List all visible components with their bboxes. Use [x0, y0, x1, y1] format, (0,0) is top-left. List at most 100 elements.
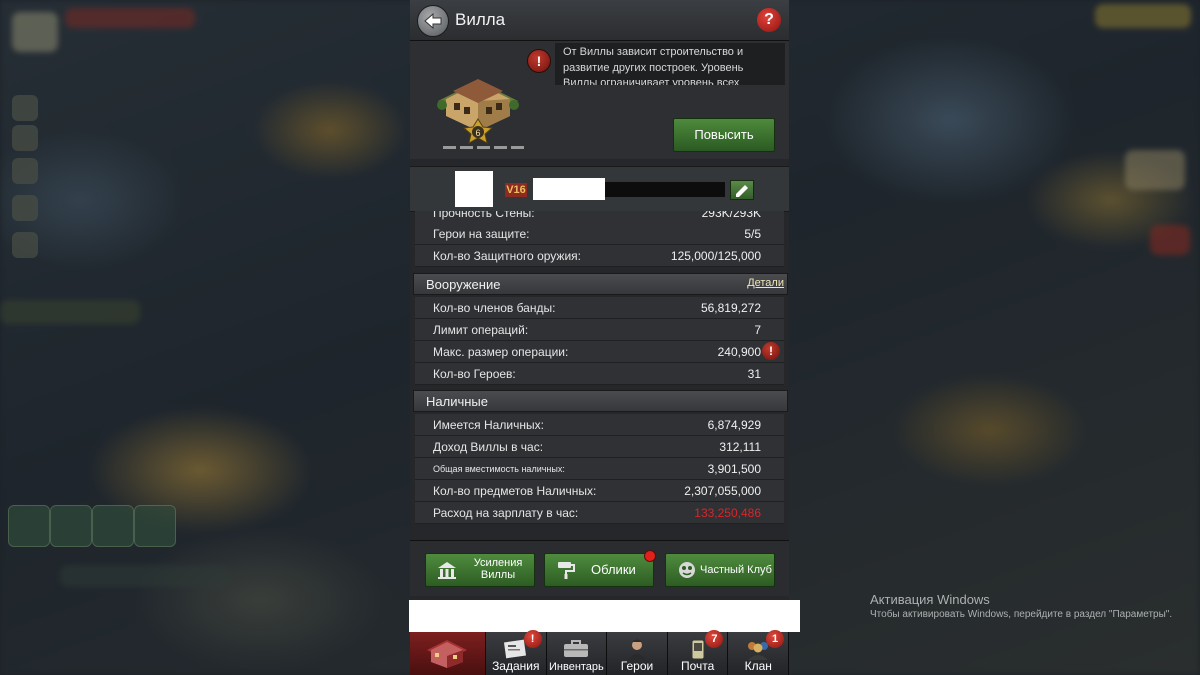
redacted-bar	[409, 600, 800, 632]
stat-row: Имеется Наличных: 6,874,929	[415, 414, 784, 436]
svg-text:6: 6	[475, 128, 480, 138]
quick-action-button-2[interactable]	[50, 505, 92, 547]
stat-value: 240,900	[717, 345, 761, 359]
club-label: Частный Клуб	[700, 564, 772, 576]
stat-row: Кол-во членов банды: 56,819,272	[415, 297, 784, 319]
chat-bar-blurred	[60, 565, 230, 587]
map-flag-blurred	[1150, 225, 1190, 255]
watermark-title: Активация Windows	[870, 592, 990, 607]
notification-dot	[644, 550, 656, 562]
stat-value: 31	[747, 367, 761, 381]
watermark-subtitle: Чтобы активировать Windows, перейдите в …	[870, 609, 1173, 620]
cash-section-header: Наличные	[413, 390, 788, 412]
villa-boosts-button[interactable]: Усиления Виллы	[425, 553, 535, 587]
stat-value: 5/5	[744, 227, 761, 241]
back-button[interactable]	[417, 5, 449, 37]
skins-label: Облики	[591, 562, 636, 577]
level-dot	[460, 146, 473, 149]
quick-action-button-1[interactable]	[8, 505, 50, 547]
nav-villa[interactable]	[410, 632, 486, 675]
level-dot	[477, 146, 490, 149]
side-menu-button-1[interactable]	[12, 95, 38, 121]
side-menu-button-3[interactable]	[12, 158, 38, 184]
stat-label: Кол-во Защитного оружия:	[433, 249, 581, 263]
top-right-panel-blurred	[1095, 4, 1191, 28]
stat-label: Макс. размер операции:	[433, 345, 569, 359]
nav-label: Почта	[680, 659, 715, 673]
stat-label: Доход Виллы в час:	[433, 440, 544, 454]
operation-size-info-icon[interactable]: !	[762, 342, 780, 360]
villa-info-icon[interactable]: !	[527, 49, 551, 73]
stat-label: Кол-во Героев:	[433, 367, 516, 381]
stat-row: Макс. размер операции: 240,900 !	[415, 341, 784, 363]
level-dot	[511, 146, 524, 149]
stat-row: Общая вместимость наличных: 3,901,500	[415, 458, 784, 480]
stat-row: Кол-во Защитного оружия: 125,000/125,000	[415, 245, 784, 267]
level-dot	[443, 146, 456, 149]
villa-panel: Вилла ? 6 ! От Виллы зависит строительст…	[410, 0, 789, 675]
stat-label: Общая вместимость наличных:	[433, 464, 565, 474]
stat-value-negative: 133,250,486	[694, 506, 761, 520]
stat-row: Расход на зарплату в час: 133,250,486	[415, 502, 784, 524]
stat-label: Имеется Наличных:	[433, 418, 544, 432]
villa-nav-icon	[427, 640, 468, 668]
stat-label: Герои на защите:	[433, 227, 530, 241]
villa-overview: 6 ! От Виллы зависит строительство и раз…	[410, 41, 789, 159]
back-arrow-icon	[424, 12, 442, 30]
side-menu-button-4[interactable]	[12, 195, 38, 221]
stat-row: Доход Виллы в час: 312,111	[415, 436, 784, 458]
bottom-navigation: ! Задания Инвентарь Герои 7 Почта 1 Клан	[410, 630, 790, 675]
nav-inventory[interactable]: Инвентарь	[546, 632, 608, 675]
page-title: Вилла	[455, 10, 506, 29]
map-marker-blurred	[1125, 150, 1185, 190]
stat-row: Лимит операций: 7	[415, 319, 784, 341]
nav-label: Инвентарь	[549, 661, 604, 673]
villa-building-image: 6	[437, 79, 519, 144]
edit-icon	[736, 185, 748, 197]
stat-value: 125,000/125,000	[670, 249, 761, 263]
building-icon	[438, 562, 456, 579]
villa-stats-list[interactable]: Прочность Стены: 293K/293K Герои на защи…	[410, 211, 789, 530]
club-mask-icon	[679, 562, 695, 578]
edit-name-button[interactable]	[730, 180, 754, 200]
nav-tasks[interactable]: ! Задания	[485, 630, 547, 675]
clan-badge: 1	[766, 630, 785, 648]
quick-action-button-3[interactable]	[92, 505, 134, 547]
event-banner-blurred	[0, 300, 140, 324]
armament-section-header: Вооружение Детали	[413, 273, 788, 295]
stat-value: 56,819,272	[700, 301, 761, 315]
quick-action-button-4[interactable]	[134, 505, 176, 547]
briefcase-icon	[564, 640, 589, 657]
side-menu-button-2[interactable]	[12, 125, 38, 151]
nav-clan[interactable]: 1 Клан	[728, 630, 790, 675]
panel-header: Вилла ?	[410, 0, 789, 41]
stat-label: Лимит операций:	[433, 323, 529, 337]
nav-label: Герои	[620, 659, 654, 673]
private-club-button[interactable]: Частный Клуб	[665, 553, 775, 587]
boosts-label-line2: Виллы	[480, 569, 516, 581]
side-menu-button-5[interactable]	[12, 232, 38, 258]
help-button[interactable]: ?	[757, 8, 781, 32]
player-avatar-redacted	[455, 171, 493, 207]
level-progress-dots	[443, 146, 524, 149]
villa-description: От Виллы зависит строительство и развити…	[555, 43, 785, 85]
stat-label: Кол-во предметов Наличных:	[433, 484, 597, 498]
stat-value: 2,307,055,000	[684, 484, 761, 498]
stat-value: 312,111	[719, 440, 761, 454]
nav-mail[interactable]: 7 Почта	[667, 630, 729, 675]
vip-badge: V16	[505, 183, 527, 197]
stat-label: Кол-во членов банды:	[433, 301, 556, 315]
mail-badge: 7	[705, 630, 724, 648]
action-buttons: Усиления Виллы Облики Частный Клуб	[410, 540, 789, 596]
player-bar: V16	[410, 166, 789, 212]
section-title: Вооружение	[426, 277, 501, 292]
paint-roller-icon	[558, 562, 575, 579]
skins-button[interactable]: Облики	[544, 550, 656, 587]
stat-row: Герои на защите: 5/5	[415, 223, 784, 245]
stat-value: 3,901,500	[707, 462, 761, 476]
tasks-badge: !	[523, 630, 542, 648]
upgrade-button[interactable]: Повысить	[673, 118, 775, 152]
details-link[interactable]: Детали	[747, 277, 784, 289]
nav-heroes[interactable]: Герои	[607, 632, 668, 675]
boosts-label-line1: Усиления	[473, 557, 523, 569]
